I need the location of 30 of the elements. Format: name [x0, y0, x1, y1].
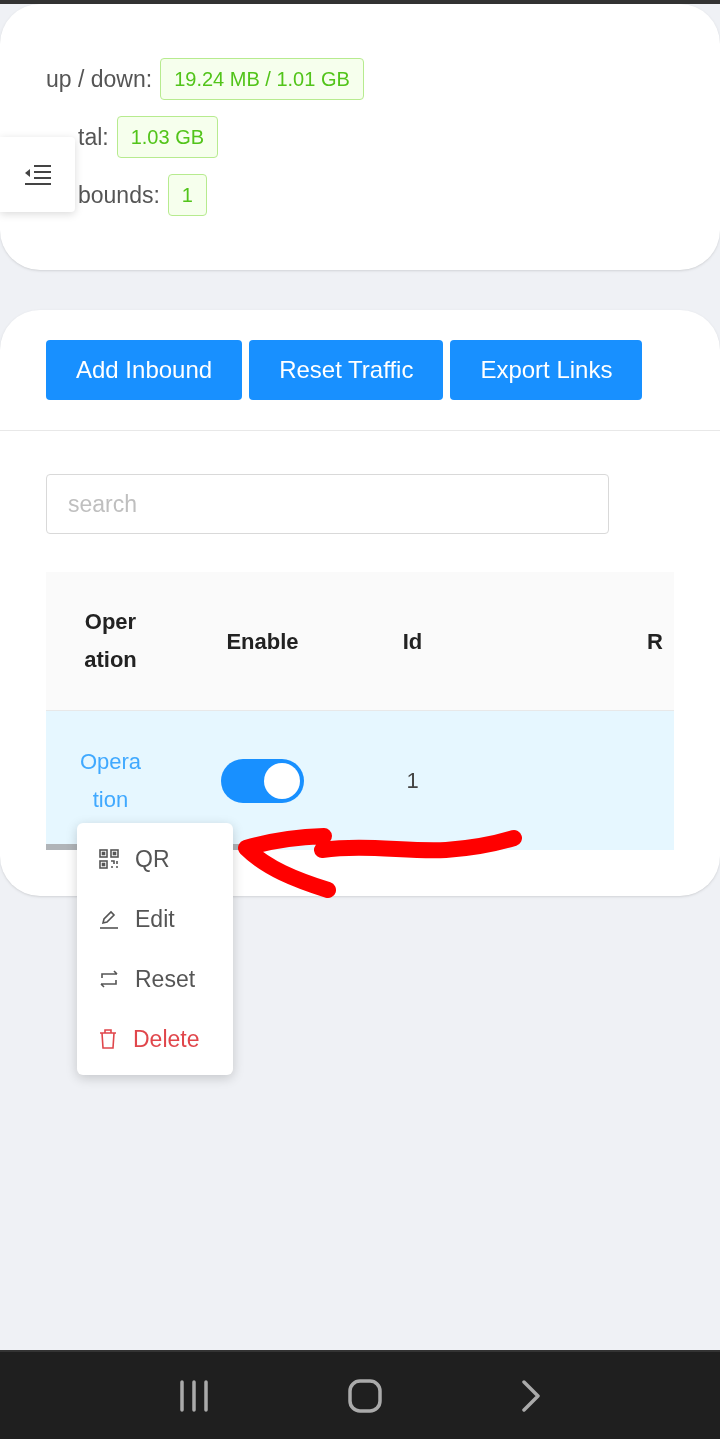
stat-tag: 19.24 MB / 1.01 GB: [160, 58, 364, 100]
swap-icon: [99, 970, 119, 988]
search-field[interactable]: search: [46, 474, 609, 534]
enable-switch[interactable]: [221, 758, 304, 803]
action-button[interactable]: Export Links: [450, 340, 643, 400]
stat-label: tal:: [78, 122, 109, 152]
action-button[interactable]: Reset Traffic: [249, 340, 444, 400]
stat-label: up / down:: [46, 64, 153, 94]
menu-icon: [23, 163, 52, 186]
table-cell-text: 1: [406, 767, 419, 795]
stat-label: bounds:: [78, 180, 160, 210]
menu-toggle-button[interactable]: [0, 137, 75, 212]
table-row[interactable]: Operation 1: [46, 711, 674, 850]
operation-link[interactable]: Operation: [77, 742, 144, 819]
menu-item[interactable]: Edit: [77, 889, 233, 949]
recent-apps-icon[interactable]: [179, 1379, 210, 1412]
menu-item[interactable]: Delete: [77, 1009, 233, 1069]
trash-icon: [99, 1029, 117, 1049]
back-icon[interactable]: [520, 1379, 541, 1412]
action-button[interactable]: Add Inbound: [46, 340, 243, 400]
home-icon[interactable]: [348, 1378, 382, 1413]
qr-code-icon: [99, 849, 119, 869]
column-header: Enable: [226, 627, 299, 656]
menu-item[interactable]: Reset: [77, 949, 233, 1009]
stat-tag: 1: [167, 174, 207, 216]
column-header: Id: [402, 627, 423, 656]
column-header: Operation: [83, 608, 138, 674]
stat-tag: 1.03 GB: [116, 116, 219, 158]
column-header: R: [647, 628, 663, 654]
pencil-icon: [99, 909, 119, 929]
